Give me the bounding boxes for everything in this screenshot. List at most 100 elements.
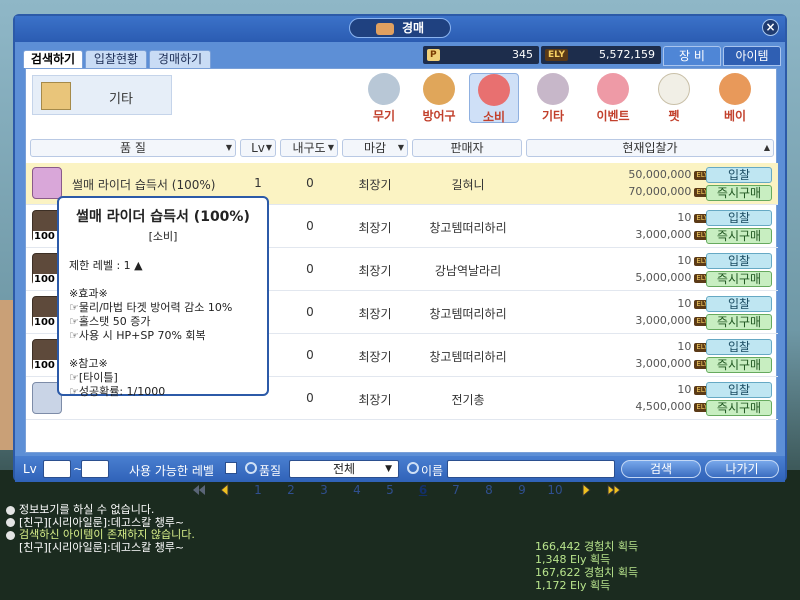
category-consumable[interactable]: 소비	[469, 73, 519, 124]
selected-category-label: 기타	[109, 92, 133, 107]
selected-category[interactable]: 기타	[32, 75, 172, 115]
category-pet-label: 펫	[668, 109, 680, 123]
quality-select[interactable]: 전체 ▼	[289, 460, 399, 478]
tab-items[interactable]: 아이템	[723, 46, 781, 66]
usable-level-checkbox[interactable]	[225, 462, 237, 474]
category-armor-label: 방어구	[422, 109, 456, 123]
bid-button[interactable]: 입찰	[706, 296, 772, 312]
exit-button[interactable]: 나가기	[705, 460, 779, 478]
first-page-icon[interactable]	[192, 483, 206, 497]
page-1[interactable]: 1	[248, 483, 268, 497]
column-quality[interactable]: 품 질 ▼	[30, 139, 236, 157]
buyout-price-value: 3,000,000	[635, 357, 692, 370]
chat-text: [친구][시리아일룬]:데고스칼 챙루~	[19, 540, 185, 554]
title-bar[interactable]: 경매 ×	[15, 16, 785, 42]
bid-button[interactable]: 입찰	[706, 382, 772, 398]
category-bay[interactable]: 베이	[710, 73, 760, 123]
item-deadline: 최장기	[358, 350, 392, 364]
buyout-button[interactable]: 즉시구매	[706, 185, 772, 201]
column-deadline[interactable]: 마감 ▼	[342, 139, 408, 157]
category-pet[interactable]: 펫	[649, 73, 699, 123]
item-seller: 창고템떠리하리	[429, 221, 507, 235]
tab-equipment-label: 장 비	[679, 49, 705, 63]
category-consumable-label: 소비	[482, 110, 506, 124]
tooltip-level: 제한 레벨 : 1 ▲	[69, 259, 143, 272]
ely-icon: ELY	[545, 49, 568, 61]
name-label: 이름	[421, 464, 444, 478]
item-seller: 길혀니	[451, 178, 485, 192]
box-icon	[41, 82, 71, 110]
tab-items-label: 아이템	[735, 49, 769, 63]
tooltip-title: 썰매 라이더 습득서 (100%)	[76, 209, 250, 225]
column-level[interactable]: Lv ▼	[240, 139, 276, 157]
prev-page-icon[interactable]	[218, 483, 232, 497]
buyout-price-value: 3,000,000	[635, 314, 692, 327]
item-deadline: 최장기	[358, 307, 392, 321]
item-seller: 강남역날라리	[434, 264, 502, 278]
category-bay-label: 베이	[723, 109, 747, 123]
tooltip-effect: ☞물리/마법 타겟 방어력 감소 10%	[69, 301, 233, 314]
buyout-button[interactable]: 즉시구매	[706, 228, 772, 244]
name-input[interactable]	[447, 460, 615, 478]
usable-level-label: 사용 가능한 레벨	[129, 464, 214, 478]
tab-bid-status[interactable]: 입찰현황	[85, 50, 147, 68]
etc-icon	[537, 73, 569, 105]
bay-icon	[719, 73, 751, 105]
page-7[interactable]: 7	[446, 483, 466, 497]
tab-auction[interactable]: 경매하기	[149, 50, 211, 68]
chat-line: [친구][시리아일룬]:데고스칼 챙루~	[6, 540, 195, 555]
page-3[interactable]: 3	[314, 483, 334, 497]
buyout-price: 3,000,000 ELY	[635, 357, 710, 370]
tooltip-spacer	[69, 244, 257, 258]
next-page-icon[interactable]	[579, 483, 593, 497]
tooltip-effect-header: ※효과※	[69, 287, 108, 300]
dropdown-arrow-icon: ▼	[397, 143, 404, 152]
category-event[interactable]: 이벤트	[588, 73, 638, 123]
category-armor[interactable]: 방어구	[414, 73, 464, 123]
column-bid[interactable]: 현재입찰가 ▲	[526, 139, 774, 157]
category-etc[interactable]: 기타	[528, 73, 578, 123]
filter-bar: Lv ~ 사용 가능한 레벨 품질 전체 ▼ 이름 검색 나가기	[15, 456, 785, 482]
buyout-button[interactable]: 즉시구매	[706, 400, 772, 416]
page-8[interactable]: 8	[479, 483, 499, 497]
bid-price-value: 10	[677, 297, 692, 310]
tab-bid-status-label: 입찰현황	[93, 52, 139, 66]
quality-label: 품질	[259, 464, 282, 478]
close-button[interactable]: ×	[762, 19, 779, 36]
chat-text: [친구][시리아일룬]:데고스칼 챙루~	[19, 515, 185, 529]
page-6[interactable]: 6	[413, 483, 433, 497]
bid-button[interactable]: 입찰	[706, 210, 772, 226]
buyout-button[interactable]: 즉시구매	[706, 357, 772, 373]
page-4[interactable]: 4	[347, 483, 367, 497]
column-durability-label: 내구도	[292, 141, 326, 155]
dropdown-arrow-icon: ▼	[327, 143, 334, 152]
tab-search[interactable]: 검색하기	[23, 50, 83, 74]
bid-button[interactable]: 입찰	[706, 339, 772, 355]
page-2[interactable]: 2	[281, 483, 301, 497]
quality-icon	[245, 462, 257, 474]
exp-line: 1,172 Ely 획득	[535, 579, 611, 592]
item-seller: 창고템떠리하리	[429, 350, 507, 364]
tab-equipment[interactable]: 장 비	[663, 46, 721, 66]
page-5[interactable]: 5	[380, 483, 400, 497]
item-durability: 0	[306, 219, 314, 233]
last-page-icon[interactable]	[607, 483, 621, 497]
buyout-button[interactable]: 즉시구매	[706, 271, 772, 287]
search-button[interactable]: 검색	[621, 460, 701, 478]
bid-price-value: 10	[677, 383, 692, 396]
bid-button[interactable]: 입찰	[706, 167, 772, 183]
pet-icon	[658, 73, 690, 105]
page-10[interactable]: 10	[545, 483, 565, 497]
category-weapon[interactable]: 무기	[359, 73, 409, 123]
exp-line: 167,622 경험치 획득	[535, 566, 639, 579]
column-durability[interactable]: 내구도 ▼	[280, 139, 338, 157]
lv-label: Lv	[23, 462, 37, 476]
ely-currency: ELY 5,572,159	[541, 46, 661, 64]
potion-icon	[478, 74, 510, 106]
page-9[interactable]: 9	[512, 483, 532, 497]
bid-price-value: 10	[677, 211, 692, 224]
max-level-input[interactable]	[81, 460, 109, 478]
buyout-button[interactable]: 즉시구매	[706, 314, 772, 330]
bid-button[interactable]: 입찰	[706, 253, 772, 269]
min-level-input[interactable]	[43, 460, 71, 478]
